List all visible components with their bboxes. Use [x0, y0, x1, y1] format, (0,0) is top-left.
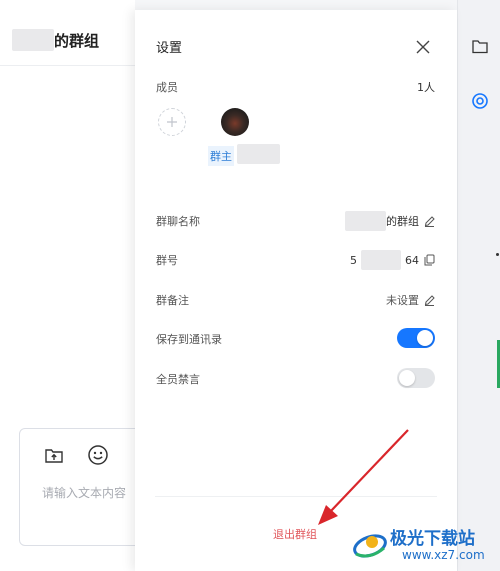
- settings-icon[interactable]: [470, 91, 490, 111]
- members-label: 成员: [156, 81, 178, 94]
- panel-title: 设置: [156, 41, 183, 56]
- group-number-value: 5 64: [350, 250, 435, 270]
- group-name-text: 的群组: [386, 215, 419, 228]
- blurred-username: [12, 29, 54, 51]
- avatar[interactable]: [221, 108, 249, 136]
- group-name-label: 群聊名称: [156, 215, 200, 228]
- group-number-label: 群号: [156, 254, 178, 267]
- save-to-contacts-toggle[interactable]: [397, 328, 435, 348]
- pencil-icon[interactable]: [423, 294, 435, 306]
- chat-area: 的群组 请输入文本内容: [0, 0, 149, 571]
- divider: [0, 65, 135, 66]
- close-icon[interactable]: [413, 37, 433, 57]
- mute-all-toggle[interactable]: [397, 368, 435, 388]
- group-remark-label: 群备注: [156, 294, 189, 307]
- members-count: 1人: [417, 81, 435, 94]
- toggle-knob: [417, 330, 433, 346]
- chat-title-text: 的群组: [54, 31, 100, 50]
- strip-dot: [496, 253, 499, 256]
- plus-icon: [167, 117, 177, 127]
- watermark-logo: [353, 534, 387, 558]
- settings-panel: 设置 成员 1人 群主 群聊名称 的群组 群号 5 64 群备注 未设置 保存到…: [135, 10, 457, 571]
- add-member-button[interactable]: [158, 108, 186, 136]
- folder-upload-icon[interactable]: [43, 445, 65, 467]
- exit-group-button[interactable]: 退出群组: [273, 526, 317, 542]
- save-to-contacts-label: 保存到通讯录: [156, 333, 222, 346]
- copy-icon[interactable]: [423, 254, 435, 266]
- message-input-placeholder[interactable]: 请输入文本内容: [42, 484, 126, 501]
- owner-badge: 群主: [208, 146, 234, 166]
- watermark-name: 极光下载站: [390, 529, 475, 549]
- mute-all-label: 全员禁言: [156, 373, 200, 386]
- watermark: 极光下载站 www.xz7.com: [350, 522, 500, 568]
- divider: [155, 496, 437, 497]
- group-number-start: 5: [350, 253, 357, 267]
- folder-icon[interactable]: [470, 36, 490, 56]
- watermark-url: www.xz7.com: [402, 548, 485, 562]
- blurred-group-name: [345, 211, 386, 231]
- pencil-icon[interactable]: [423, 215, 435, 227]
- group-remark-value[interactable]: 未设置: [386, 292, 435, 308]
- smile-icon[interactable]: [87, 444, 109, 466]
- group-remark-text: 未设置: [386, 294, 419, 307]
- blurred-group-number: [361, 250, 401, 270]
- chat-title: 的群组: [12, 28, 99, 52]
- group-number-end: 64: [405, 253, 419, 267]
- toggle-knob: [399, 370, 415, 386]
- blurred-owner-name: [237, 144, 280, 164]
- message-input-box[interactable]: 请输入文本内容: [19, 428, 149, 546]
- group-name-value[interactable]: 的群组: [345, 211, 435, 231]
- right-sidebar: [457, 0, 500, 571]
